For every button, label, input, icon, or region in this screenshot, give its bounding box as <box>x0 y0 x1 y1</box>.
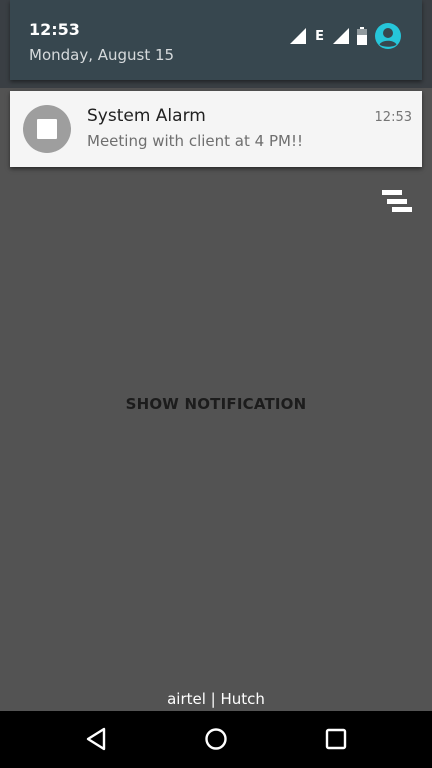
clear-all-bar <box>382 190 402 195</box>
back-icon[interactable] <box>82 725 110 753</box>
notification-card[interactable]: System Alarm Meeting with client at 4 PM… <box>10 91 422 167</box>
carrier-label: airtel | Hutch <box>167 690 265 708</box>
quick-settings-header[interactable]: 12:53 Monday, August 15 E <box>10 0 422 80</box>
clear-all-bar <box>392 207 412 212</box>
network-type-label: E <box>315 28 324 44</box>
notification-text: Meeting with client at 4 PM!! <box>87 132 303 150</box>
notification-shade: 12:53 Monday, August 15 E System Alarm M… <box>0 0 432 768</box>
recents-icon[interactable] <box>322 725 350 753</box>
user-avatar-icon[interactable] <box>374 22 402 50</box>
status-time: 12:53 <box>29 20 80 39</box>
notification-app-icon <box>23 105 71 153</box>
notification-time: 12:53 <box>374 110 412 125</box>
show-notification-button[interactable]: SHOW NOTIFICATION <box>96 386 336 422</box>
navigation-bar <box>0 711 432 768</box>
signal-icon <box>290 28 307 44</box>
status-icons: E <box>289 22 402 50</box>
home-icon[interactable] <box>202 725 230 753</box>
battery-icon <box>357 27 367 45</box>
clear-all-bar <box>387 199 407 204</box>
signal-icon <box>333 28 349 44</box>
status-date[interactable]: Monday, August 15 <box>29 46 174 64</box>
notification-title: System Alarm <box>87 106 206 126</box>
clear-all-icon[interactable] <box>380 188 414 214</box>
stop-square-icon <box>37 119 57 139</box>
